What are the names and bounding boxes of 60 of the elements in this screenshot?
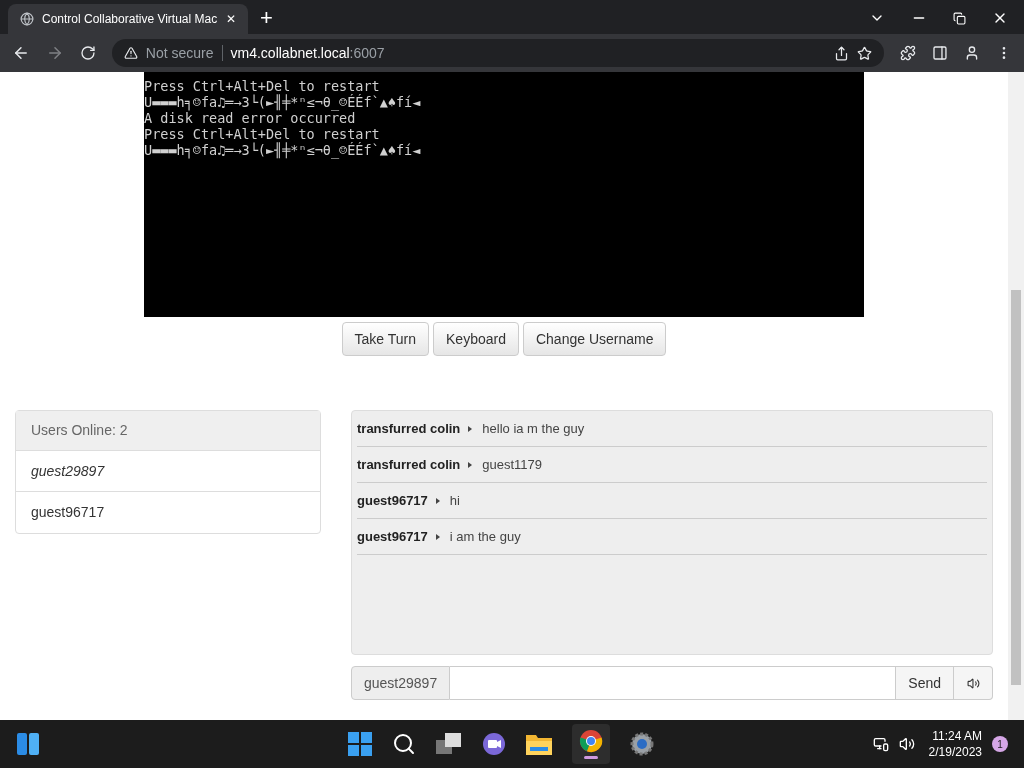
url-text: vm4.collabnet.local:6007 [230, 43, 385, 63]
chat-input-field[interactable] [450, 666, 896, 700]
folder-icon[interactable] [526, 733, 553, 755]
chrome-taskbar-button[interactable] [572, 724, 611, 764]
browser-tab[interactable]: Control Collaborative Virtual Mac ✕ [8, 4, 248, 34]
clock-date[interactable]: 2/19/2023 [928, 744, 982, 760]
settings-icon[interactable] [630, 732, 655, 756]
warning-icon [123, 46, 138, 60]
search-icon[interactable] [392, 732, 417, 756]
new-tab-button[interactable]: + [260, 7, 273, 29]
message-author: transfurred colin [357, 455, 461, 474]
vm-control-button[interactable]: Take Turn [341, 322, 429, 356]
restore-icon[interactable] [953, 11, 966, 25]
message-author: guest96717 [357, 527, 428, 546]
console-line: Press Ctrl+Alt+Del to restart [144, 126, 380, 142]
side-panel-icon[interactable] [932, 45, 949, 61]
console-line: U▬▬▬h╕☺fa♫═→3└(►╢╪*ⁿ≤¬θ_☺ÉÉf`▲♠fí◄ [144, 94, 421, 110]
console-line: U▬▬▬h╕☺fa♫═→3└(►╢╪*ⁿ≤¬θ_☺ÉÉf`▲♠fí◄ [144, 142, 421, 158]
caret-icon [435, 533, 440, 540]
notification-badge[interactable]: 1 [992, 736, 1008, 752]
vm-control-button[interactable]: Change Username [522, 322, 667, 356]
video-chat-icon[interactable] [482, 732, 507, 756]
message-text: hello ia m the guy [482, 419, 585, 438]
address-bar[interactable]: Not secure vm4.collabnet.local:6007 [111, 39, 885, 67]
message-text: hi [449, 491, 460, 510]
network-icon[interactable] [872, 736, 889, 752]
close-tab-button[interactable]: ✕ [226, 10, 236, 28]
widgets-icon[interactable] [16, 732, 40, 756]
task-view-icon[interactable] [436, 733, 463, 755]
vm-screen[interactable]: Press Ctrl+Alt+Del to restart U▬▬▬h╕☺fa♫═→3└(►╢╪*ⁿ≤¬θ_☺ÉÉf`▲♠fí◄ A disk read error occurred Press Ctrl+Alt+Del to restart U▬▬▬h╕☺fa♫═→3└(►╢╪*ⁿ≤¬θ_☺ÉÉf`▲♠fí◄ [144, 72, 864, 317]
user-item[interactable]: guest29897 [16, 451, 320, 492]
windows-logo-icon[interactable] [348, 732, 373, 756]
vm-control-button[interactable]: Keyboard [433, 322, 519, 356]
caret-icon [468, 461, 473, 468]
scrollbar[interactable] [1008, 72, 1024, 720]
message-author: guest96717 [357, 491, 428, 510]
volume-icon[interactable] [898, 736, 915, 752]
message-author: transfurred colin [357, 419, 461, 438]
bookmark-star-icon[interactable] [857, 45, 873, 61]
sound-button[interactable] [954, 666, 993, 700]
chrome-logo-icon [579, 729, 604, 753]
message-text: guest1179 [482, 455, 543, 474]
caret-icon [435, 497, 440, 504]
users-header: Users Online: 2 [16, 411, 320, 451]
username-addon: guest29897 [351, 666, 451, 700]
security-label: Not secure [145, 43, 214, 63]
share-icon[interactable] [834, 45, 850, 61]
reload-icon[interactable] [79, 45, 96, 61]
user-item[interactable]: guest96717 [16, 492, 320, 533]
message-text: i am the guy [449, 527, 521, 546]
console-line: Press Ctrl+Alt+Del to restart [144, 78, 380, 94]
tab-title: Control Collaborative Virtual Mac [42, 11, 218, 28]
back-icon[interactable] [12, 44, 30, 62]
console-line: A disk read error occurred [144, 110, 356, 126]
globe-icon [20, 12, 34, 26]
caret-icon [468, 425, 473, 432]
speaker-icon [966, 676, 980, 690]
clock-time[interactable]: 11:24 AM [932, 728, 982, 744]
extensions-icon[interactable] [900, 45, 917, 61]
send-button[interactable]: Send [895, 666, 954, 700]
